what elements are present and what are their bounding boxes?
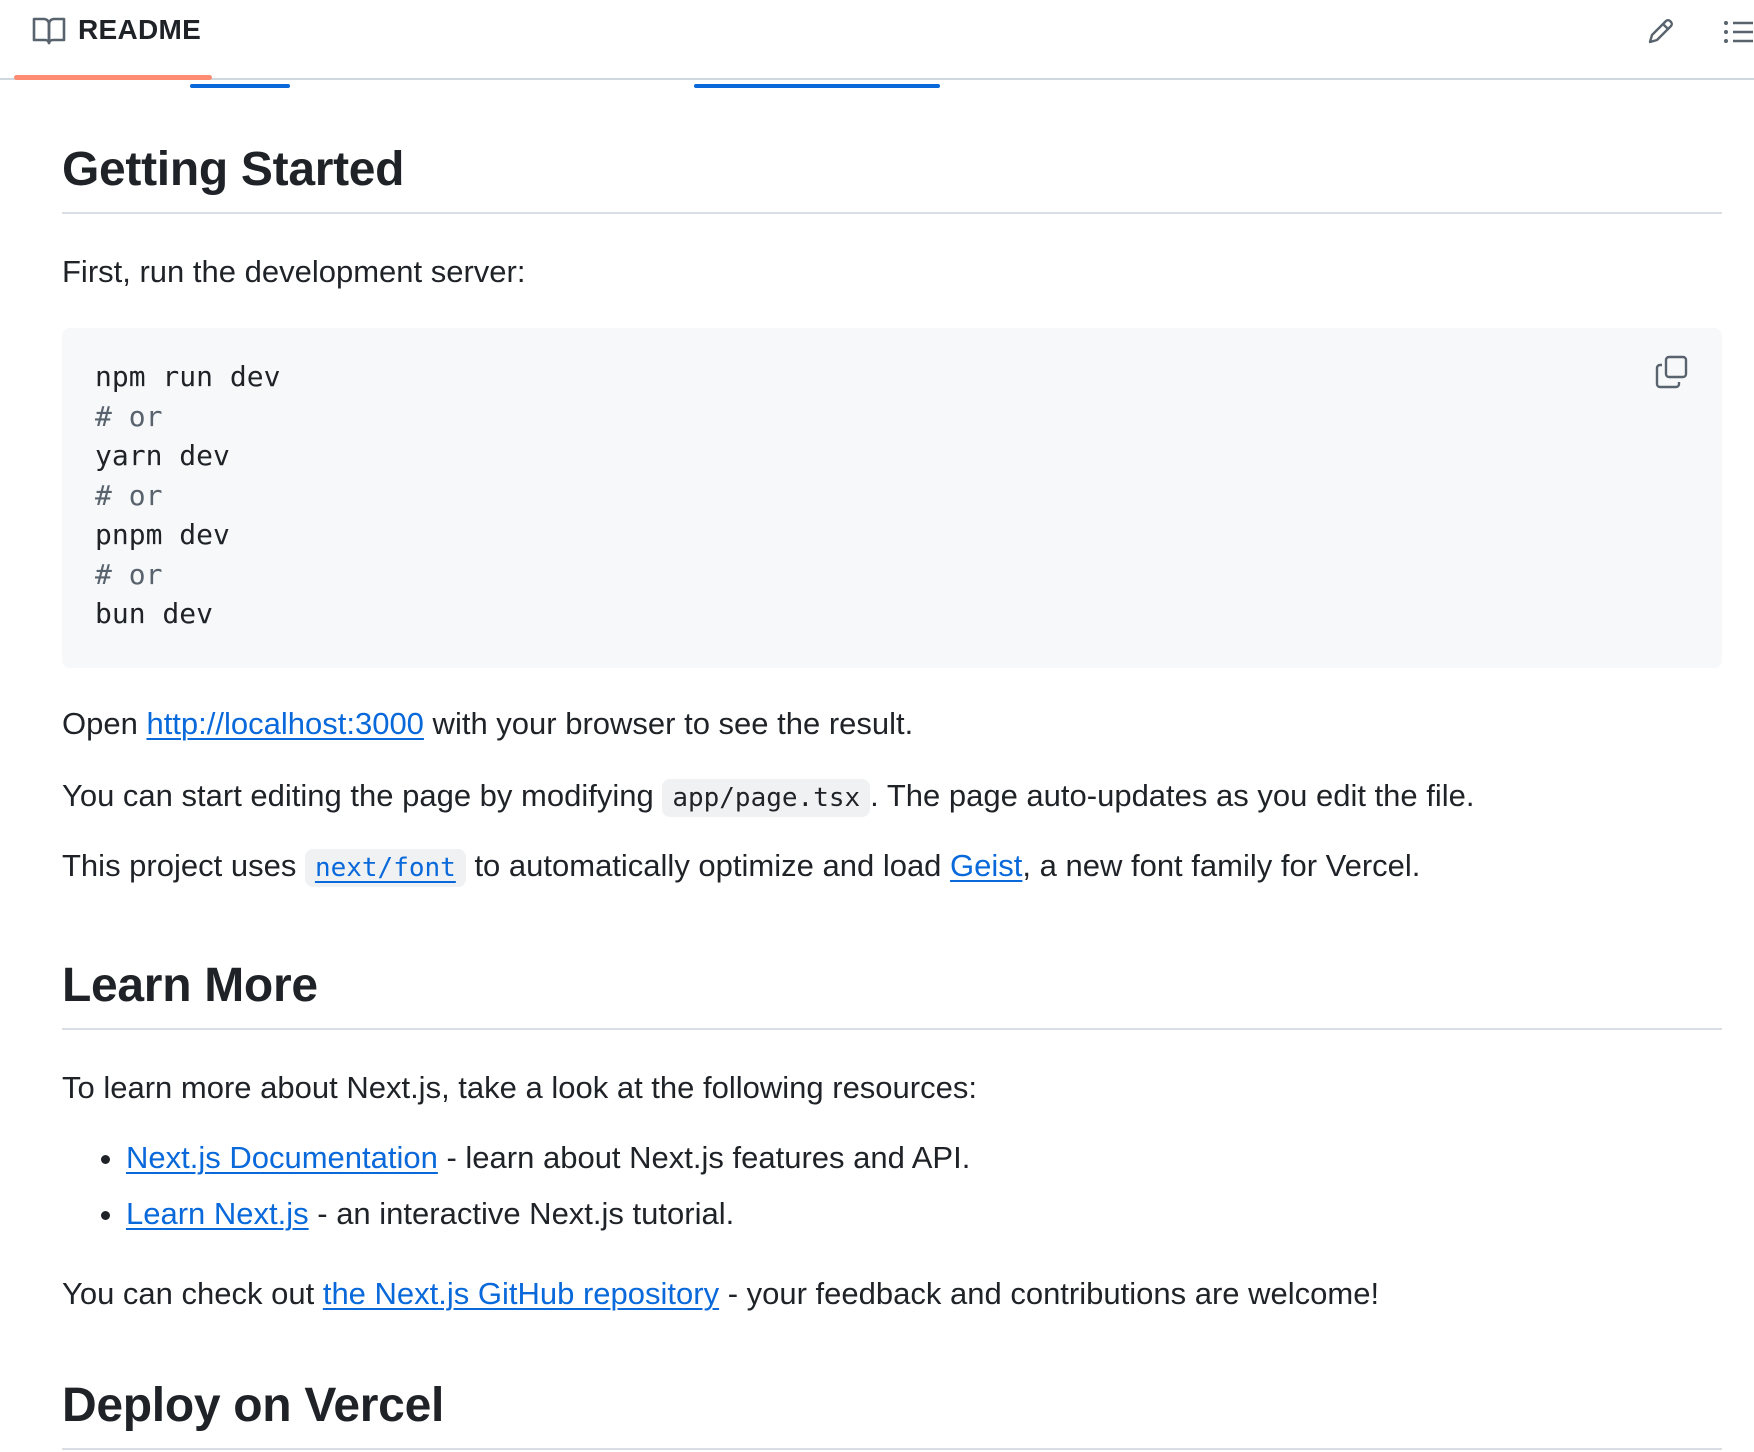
heading-divider [62, 212, 1722, 214]
code-line: pnpm dev [95, 518, 230, 551]
list-item: Next.js Documentation - learn about Next… [126, 1138, 970, 1178]
paragraph-edit: You can start editing the page by modify… [62, 776, 1475, 818]
tab-readme-label: README [78, 14, 202, 45]
paragraph-learn-intro: To learn more about Next.js, take a look… [62, 1070, 977, 1105]
code-line: npm run dev [95, 360, 281, 393]
code-line-comment: # or [95, 557, 163, 591]
heading-getting-started: Getting Started [62, 143, 405, 196]
resource-list: Next.js Documentation - learn about Next… [62, 1138, 970, 1234]
paragraph-open: Open http://localhost:3000 with your bro… [62, 704, 913, 744]
text: with your browser to see the result. [423, 706, 914, 741]
code-line-comment: # or [95, 399, 163, 433]
list-item: Learn Next.js - an interactive Next.js t… [126, 1194, 970, 1234]
readme-header: README [0, 0, 1754, 80]
heading-divider [62, 1028, 1722, 1030]
link-learn-nextjs[interactable]: Learn Next.js [126, 1196, 309, 1231]
code-lines: npm run dev # or yarn dev # or pnpm dev … [95, 357, 280, 634]
text: You can check out [62, 1276, 323, 1311]
code-line: yarn dev [95, 439, 230, 472]
heading-learn-more: Learn More [62, 959, 318, 1012]
outline-button[interactable] [1718, 12, 1754, 52]
edit-file-button[interactable] [1640, 12, 1680, 52]
text: to automatically optimize and load [465, 848, 951, 883]
text: - learn about Next.js features and API. [437, 1140, 971, 1175]
code-block: npm run dev # or yarn dev # or pnpm dev … [62, 328, 1722, 668]
list-icon [1724, 21, 1753, 43]
paragraph-repo: You can check out the Next.js GitHub rep… [62, 1274, 1379, 1314]
tab-active-indicator [14, 75, 212, 80]
book-icon [32, 17, 66, 45]
link-nextjs-github-repository[interactable]: the Next.js GitHub repository [323, 1276, 719, 1311]
inline-code-page-tsx: app/page.tsx [662, 779, 871, 817]
text: . The page auto-updates as you edit the … [870, 778, 1475, 813]
code-line-comment: # or [95, 478, 163, 512]
clipped-link-remnant [190, 80, 290, 90]
link-geist[interactable]: Geist [950, 848, 1022, 883]
clipped-link-remnant [694, 80, 940, 90]
tab-readme[interactable]: README [14, 0, 212, 80]
text: - an interactive Next.js tutorial. [308, 1196, 735, 1231]
text: - your feedback and contributions are we… [719, 1276, 1380, 1311]
text: , a new font family for Vercel. [1022, 848, 1421, 883]
paragraph-font: This project uses next/font to automatic… [62, 846, 1420, 888]
copy-button[interactable] [1652, 352, 1692, 392]
pencil-icon [1648, 19, 1673, 44]
code-line: bun dev [95, 597, 214, 630]
paragraph-intro: First, run the development server: [62, 254, 526, 289]
heading-deploy-on-vercel: Deploy on Vercel [62, 1379, 445, 1432]
heading-divider [62, 1448, 1722, 1450]
link-nextjs-documentation[interactable]: Next.js Documentation [126, 1140, 438, 1175]
text: Open [62, 706, 147, 741]
text: You can start editing the page by modify… [62, 778, 663, 813]
text: This project uses [62, 848, 305, 883]
link-next-font[interactable]: next/font [304, 849, 466, 887]
link-localhost[interactable]: http://localhost:3000 [146, 706, 423, 741]
copy-icon [1655, 355, 1688, 389]
